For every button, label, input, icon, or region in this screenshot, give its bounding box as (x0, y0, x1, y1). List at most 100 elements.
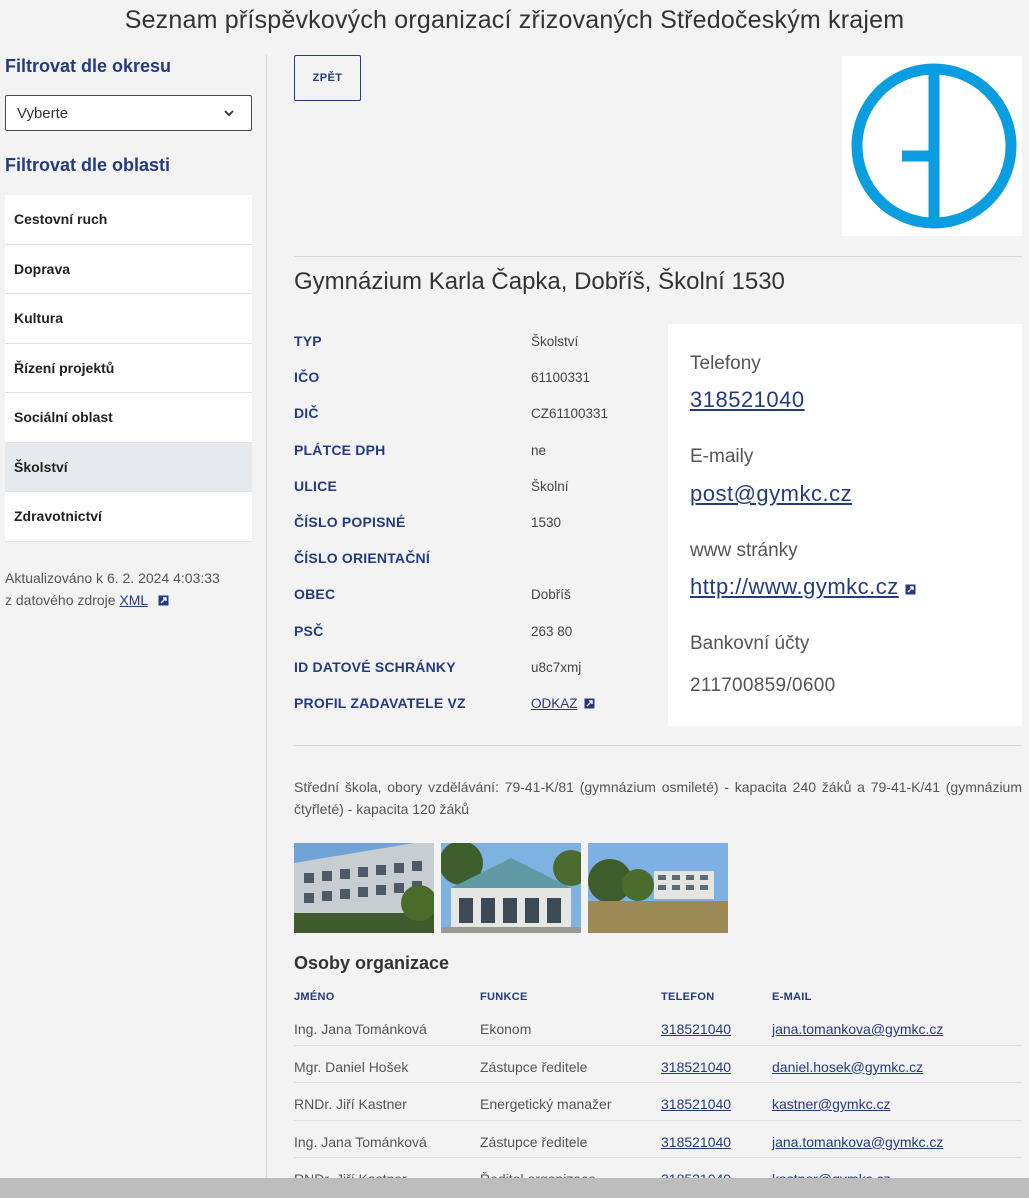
info-value: Školní (531, 478, 569, 494)
table-row: Ing. Jana Tománková Zástupce ředitele 31… (294, 1121, 1022, 1158)
info-label: ČÍSLO ORIENTAČNÍ (294, 550, 430, 567)
column-header-phone: TELEFON (661, 991, 715, 1003)
phone-link[interactable]: 318521040 (690, 387, 805, 413)
info-label: TYP (294, 333, 322, 349)
organization-logo (842, 56, 1022, 236)
info-label: ULICE (294, 477, 337, 494)
web-link[interactable]: http://www.gymkc.cz (690, 574, 916, 600)
area-item-doprava[interactable]: Doprava (5, 244, 252, 294)
person-name: Mgr. Daniel Hošek (294, 1058, 409, 1075)
district-select-value: Vyberte (17, 104, 69, 122)
table-row: Ing. Jana Tománková Ekonom 318521040 jan… (294, 1008, 1022, 1046)
web-link-text: http://www.gymkc.cz (690, 574, 899, 599)
person-email-link[interactable]: kastner@gymkc.cz (772, 1096, 890, 1112)
info-row-cislo-orientacni: ČÍSLO ORIENTAČNÍ (294, 541, 654, 577)
info-label: ID DATOVÉ SCHRÁNKY (294, 658, 456, 675)
table-row: Mgr. Daniel Hošek Zástupce ředitele 3185… (294, 1046, 1022, 1083)
person-name: RNDr. Jiří Kastner (294, 1096, 407, 1112)
photo-thumbnail[interactable] (294, 843, 434, 933)
info-value: 61100331 (531, 370, 591, 386)
divider (294, 256, 1022, 257)
person-role: Ekonom (480, 1021, 532, 1037)
info-label: OBEC (294, 586, 336, 603)
info-row-id-datove-schranky: ID DATOVÉ SCHRÁNKY u8c7xmj (294, 650, 654, 686)
info-value: ne (531, 442, 547, 458)
emails-heading: E-maily (690, 446, 754, 467)
table-header: JMÉNO FUNKCE TELEFON E-MAIL (294, 988, 1022, 1008)
column-header-name: JMÉNO (294, 991, 335, 1003)
external-link-icon (158, 595, 169, 605)
info-row-ulice: ULICE Školní (294, 469, 654, 505)
info-value: Dobříš (531, 587, 571, 603)
gd-logo-icon (851, 63, 1017, 229)
info-row-typ: TYP Školství (294, 324, 654, 360)
district-select[interactable]: Vyberte (5, 95, 252, 131)
organization-name: Gymnázium Karla Čapka, Dobříš, Školní 15… (294, 268, 785, 295)
person-email-link[interactable]: jana.tomankova@gymkc.cz (772, 1021, 943, 1037)
column-header-email: E-MAIL (772, 991, 812, 1003)
person-phone-link[interactable]: 318521040 (661, 1021, 731, 1037)
table-row: RNDr. Jiří Kastner Energetický manažer 3… (294, 1083, 1022, 1121)
organization-info-table: TYP Školství IČO 61100331 DIČ CZ61100331 PL… (294, 324, 654, 722)
person-role: Zástupce ředitele (480, 1058, 588, 1075)
photo-thumbnail[interactable] (588, 843, 728, 933)
profile-link[interactable]: ODKAZ (531, 696, 595, 711)
info-row-psc: PSČ 263 80 (294, 614, 654, 650)
updated-timestamp: Aktualizováno k 6. 2. 2024 4:03:33 (5, 569, 220, 586)
xml-source-link[interactable]: XML (119, 592, 147, 608)
area-item-skolstvi[interactable]: Školství (5, 442, 252, 492)
back-button[interactable]: ZPĚT (294, 55, 361, 101)
person-phone-link[interactable]: 318521040 (661, 1096, 731, 1112)
bank-heading: Bankovní účty (690, 633, 810, 654)
district-filter-heading: Filtrovat dle okresu (5, 56, 172, 76)
info-label: PSČ (294, 622, 324, 639)
info-label: IČO (294, 369, 320, 386)
chevron-down-icon (224, 110, 234, 117)
info-row-platce-dph: PLÁTCE DPH ne (294, 433, 654, 469)
area-item-cestovni-ruch[interactable]: Cestovní ruch (5, 195, 252, 245)
organization-description: Střední škola, obory vzdělávání: 79-41-K… (294, 779, 1022, 817)
info-value: 1530 (531, 514, 562, 530)
source-prefix: z datového zdroje (5, 591, 116, 608)
info-label: PLÁTCE DPH (294, 441, 386, 458)
info-value: 263 80 (531, 623, 573, 639)
info-label: DIČ (294, 405, 319, 422)
person-phone-link[interactable]: 318521040 (661, 1059, 731, 1075)
phones-heading: Telefony (690, 353, 761, 374)
info-value: Školství (531, 334, 579, 349)
external-link-icon (584, 698, 595, 709)
sidebar-divider (266, 55, 267, 1180)
info-row-cislo-popisne: ČÍSLO POPISNÉ 1530 (294, 505, 654, 541)
profile-link-text: ODKAZ (531, 695, 578, 711)
divider (294, 745, 1022, 746)
area-item-rizeni-projektu[interactable]: Řízení projektů (5, 343, 252, 393)
update-note: Aktualizováno k 6. 2. 2024 4:03:33 z dat… (5, 567, 252, 611)
sidebar: Filtrovat dle okresu Vyberte Filtrovat d… (5, 56, 252, 611)
area-item-kultura[interactable]: Kultura (5, 294, 252, 344)
web-heading: www stránky (690, 540, 798, 561)
person-email-link[interactable]: daniel.hosek@gymkc.cz (772, 1059, 923, 1075)
area-item-zdravotnictvi[interactable]: Zdravotnictví (5, 492, 252, 542)
persons-section-title: Osoby organizace (294, 953, 450, 973)
person-phone-link[interactable]: 318521040 (661, 1134, 731, 1150)
person-name: Ing. Jana Tománková (294, 1021, 427, 1037)
area-list: Cestovní ruch Doprava Kultura Řízení pro… (5, 195, 252, 542)
info-row-ico: IČO 61100331 (294, 360, 654, 396)
info-row-obec: OBEC Dobříš (294, 577, 654, 613)
email-link[interactable]: post@gymkc.cz (690, 481, 852, 507)
info-row-profil-zadavatele: PROFIL ZADAVATELE VZ ODKAZ (294, 686, 654, 722)
person-role: Zástupce ředitele (480, 1133, 588, 1150)
photo-thumbnail[interactable] (441, 843, 581, 933)
bank-account: 211700859/0600 (690, 675, 836, 696)
contact-card: Telefony 318521040 E-maily post@gymkc.cz… (668, 324, 1022, 726)
person-role: Energetický manažer (480, 1096, 612, 1112)
horizontal-scrollbar[interactable] (0, 1178, 1029, 1198)
person-email-link[interactable]: jana.tomankova@gymkc.cz (772, 1134, 943, 1150)
page-title: Seznam příspěvkových organizací zřizovan… (124, 6, 905, 34)
persons-table: JMÉNO FUNKCE TELEFON E-MAIL Ing. Jana To… (294, 988, 1022, 1196)
info-label: ČÍSLO POPISNÉ (294, 513, 406, 530)
area-item-socialni-oblast[interactable]: Sociální oblast (5, 393, 252, 443)
info-label: PROFIL ZADAVATELE VZ (294, 694, 466, 711)
info-value: u8c7xmj (531, 659, 582, 675)
info-value: CZ61100331 (531, 406, 609, 422)
